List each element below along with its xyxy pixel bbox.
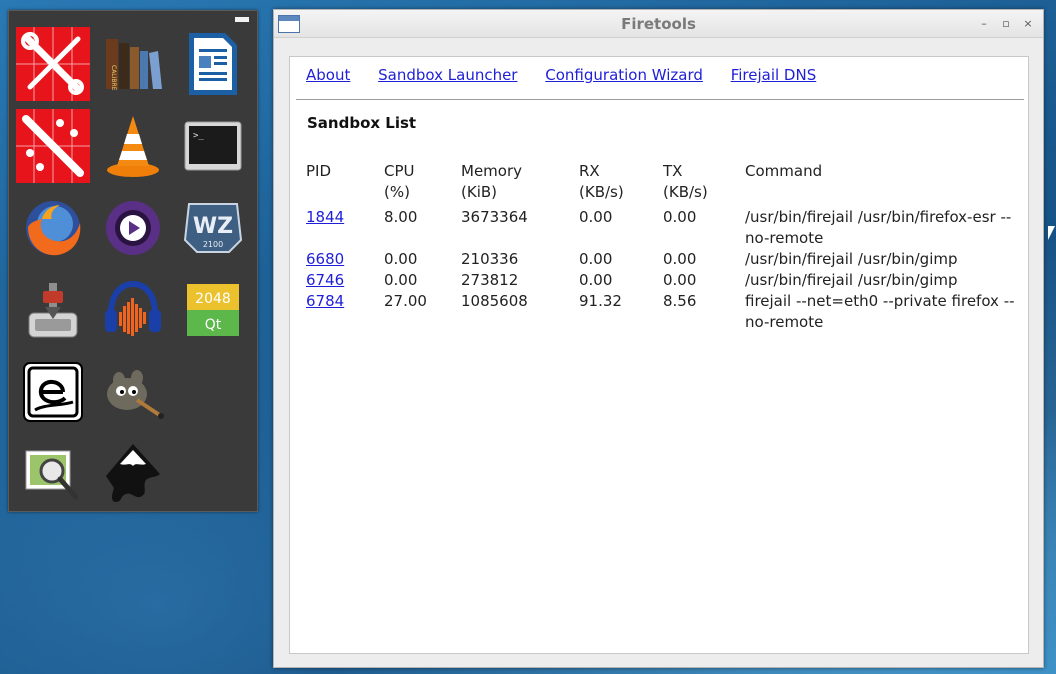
terminal-icon: >_: [184, 121, 242, 175]
pid-link[interactable]: 1844: [306, 208, 344, 226]
command-cell: firejail --net=eth0 --private firefox --…: [745, 292, 1015, 331]
nav-link-firejail-dns[interactable]: Firejail DNS: [731, 66, 817, 84]
libreoffice-writer-icon: [185, 31, 241, 101]
firetools-window: Firetools – ▫ × About Sandbox Launcher C…: [273, 9, 1044, 668]
svg-text:>_: >_: [193, 131, 204, 141]
sandbox-table: PID CPU (%) Memory (KiB) RX (KB/s) TX (KB/s)…: [304, 161, 1028, 333]
column-header-rx: RX (KB/s): [579, 162, 624, 201]
firetools-config-icon: [16, 109, 90, 187]
memory-cell: 1085608: [461, 292, 528, 310]
rx-cell: 0.00: [579, 250, 613, 268]
cpu-cell: 0.00: [384, 271, 418, 289]
maximize-icon[interactable]: ▫: [999, 17, 1013, 31]
app-tile-transmission[interactable]: [13, 271, 93, 353]
tx-cell: 8.56: [663, 292, 697, 310]
cpu-cell: 27.00: [384, 292, 427, 310]
memory-cell: 3673364: [461, 208, 528, 226]
vlc-icon: [105, 114, 161, 182]
rx-cell: 0.00: [579, 208, 613, 226]
app-tile-gimp[interactable]: [93, 353, 173, 435]
main-content: About Sandbox Launcher Configuration Wiz…: [289, 56, 1029, 654]
firefox-icon: [22, 197, 84, 263]
sandbox-list-title: Sandbox List: [307, 114, 417, 132]
app-launcher-panel: CALIBRE >_ WZ 2100 2048 Qt: [8, 10, 258, 512]
audacity-icon: [103, 280, 163, 344]
nav-link-about[interactable]: About: [306, 66, 350, 84]
app-tile-emacs[interactable]: [13, 353, 93, 435]
command-cell: /usr/bin/firejail /usr/bin/gimp: [745, 271, 958, 289]
svg-text:CALIBRE: CALIBRE: [110, 65, 117, 91]
svg-text:Qt: Qt: [205, 317, 222, 333]
column-header-pid: PID: [306, 162, 332, 180]
svg-text:2048: 2048: [195, 291, 231, 307]
nav-link-configuration-wizard[interactable]: Configuration Wizard: [545, 66, 703, 84]
rx-cell: 0.00: [579, 271, 613, 289]
app-tile-empty: [173, 353, 253, 435]
app-tile-inkscape[interactable]: [93, 435, 173, 517]
table-header-row: PID CPU (%) Memory (KiB) RX (KB/s) TX (KB/s)…: [304, 161, 1028, 207]
app-tile-terminal[interactable]: >_: [173, 107, 253, 189]
app-tile-audacity[interactable]: [93, 271, 173, 353]
nav-bar: About Sandbox Launcher Configuration Wiz…: [306, 66, 839, 84]
inkscape-icon: [102, 442, 164, 510]
tx-cell: 0.00: [663, 250, 697, 268]
gimp-icon: [101, 364, 165, 424]
table-row: 6746 0.00 273812 0.00 0.00 /usr/bin/fire…: [304, 270, 1028, 291]
emacs-icon: [23, 362, 83, 426]
app-tile-vlc[interactable]: [93, 107, 173, 189]
memory-cell: 273812: [461, 271, 519, 289]
window-title: Firetools: [621, 15, 696, 33]
tx-cell: 0.00: [663, 271, 697, 289]
column-header-cpu: CPU (%): [384, 162, 415, 201]
command-cell: /usr/bin/firejail /usr/bin/gimp: [745, 250, 958, 268]
pid-link[interactable]: 6784: [306, 292, 344, 310]
memory-cell: 210336: [461, 250, 519, 268]
table-row: 6784 27.00 1085608 91.32 8.56 firejail -…: [304, 291, 1028, 333]
nav-link-sandbox-launcher[interactable]: Sandbox Launcher: [378, 66, 517, 84]
minimize-icon[interactable]: –: [977, 17, 991, 31]
window-titlebar[interactable]: Firetools – ▫ ×: [274, 10, 1043, 38]
mouse-pointer-icon: [1048, 226, 1055, 240]
column-header-tx: TX (KB/s): [663, 162, 708, 201]
cpu-cell: 0.00: [384, 250, 418, 268]
warzone2100-icon: WZ 2100: [183, 200, 243, 260]
column-header-memory: Memory (KiB): [461, 162, 523, 201]
app-tile-image-viewer[interactable]: [13, 435, 93, 517]
tx-cell: 0.00: [663, 208, 697, 226]
app-tile-calibre[interactable]: CALIBRE: [93, 25, 173, 107]
app-tile-firetools-config[interactable]: [13, 107, 93, 189]
svg-text:2100: 2100: [203, 240, 223, 249]
app-tile-warzone2100[interactable]: WZ 2100: [173, 189, 253, 271]
media-player-icon: [104, 199, 162, 261]
app-tile-firefox[interactable]: [13, 189, 93, 271]
pid-link[interactable]: 6746: [306, 271, 344, 289]
rx-cell: 91.32: [579, 292, 622, 310]
transmission-icon: [25, 279, 81, 345]
cpu-cell: 8.00: [384, 208, 418, 226]
image-viewer-icon: [22, 443, 84, 509]
pid-link[interactable]: 6680: [306, 250, 344, 268]
command-cell: /usr/bin/firejail /usr/bin/firefox-esr -…: [745, 208, 1012, 247]
nav-divider: [296, 99, 1024, 100]
app-tile-firetools[interactable]: [13, 25, 93, 107]
column-header-command: Command: [745, 162, 823, 180]
app-tile-media-player[interactable]: [93, 189, 173, 271]
firetools-tools-icon: [16, 27, 90, 105]
app-tile-2048-qt[interactable]: 2048 Qt: [173, 271, 253, 353]
app-tile-writer[interactable]: [173, 25, 253, 107]
calibre-icon: CALIBRE: [102, 33, 164, 99]
launcher-minimize-icon[interactable]: [235, 17, 249, 22]
app-grid: CALIBRE >_ WZ 2100 2048 Qt: [13, 25, 253, 517]
table-row: 1844 8.00 3673364 0.00 0.00 /usr/bin/fir…: [304, 207, 1028, 249]
2048-qt-icon: 2048 Qt: [187, 284, 239, 340]
svg-text:WZ: WZ: [193, 214, 233, 239]
close-icon[interactable]: ×: [1021, 17, 1035, 31]
table-row: 6680 0.00 210336 0.00 0.00 /usr/bin/fire…: [304, 249, 1028, 270]
